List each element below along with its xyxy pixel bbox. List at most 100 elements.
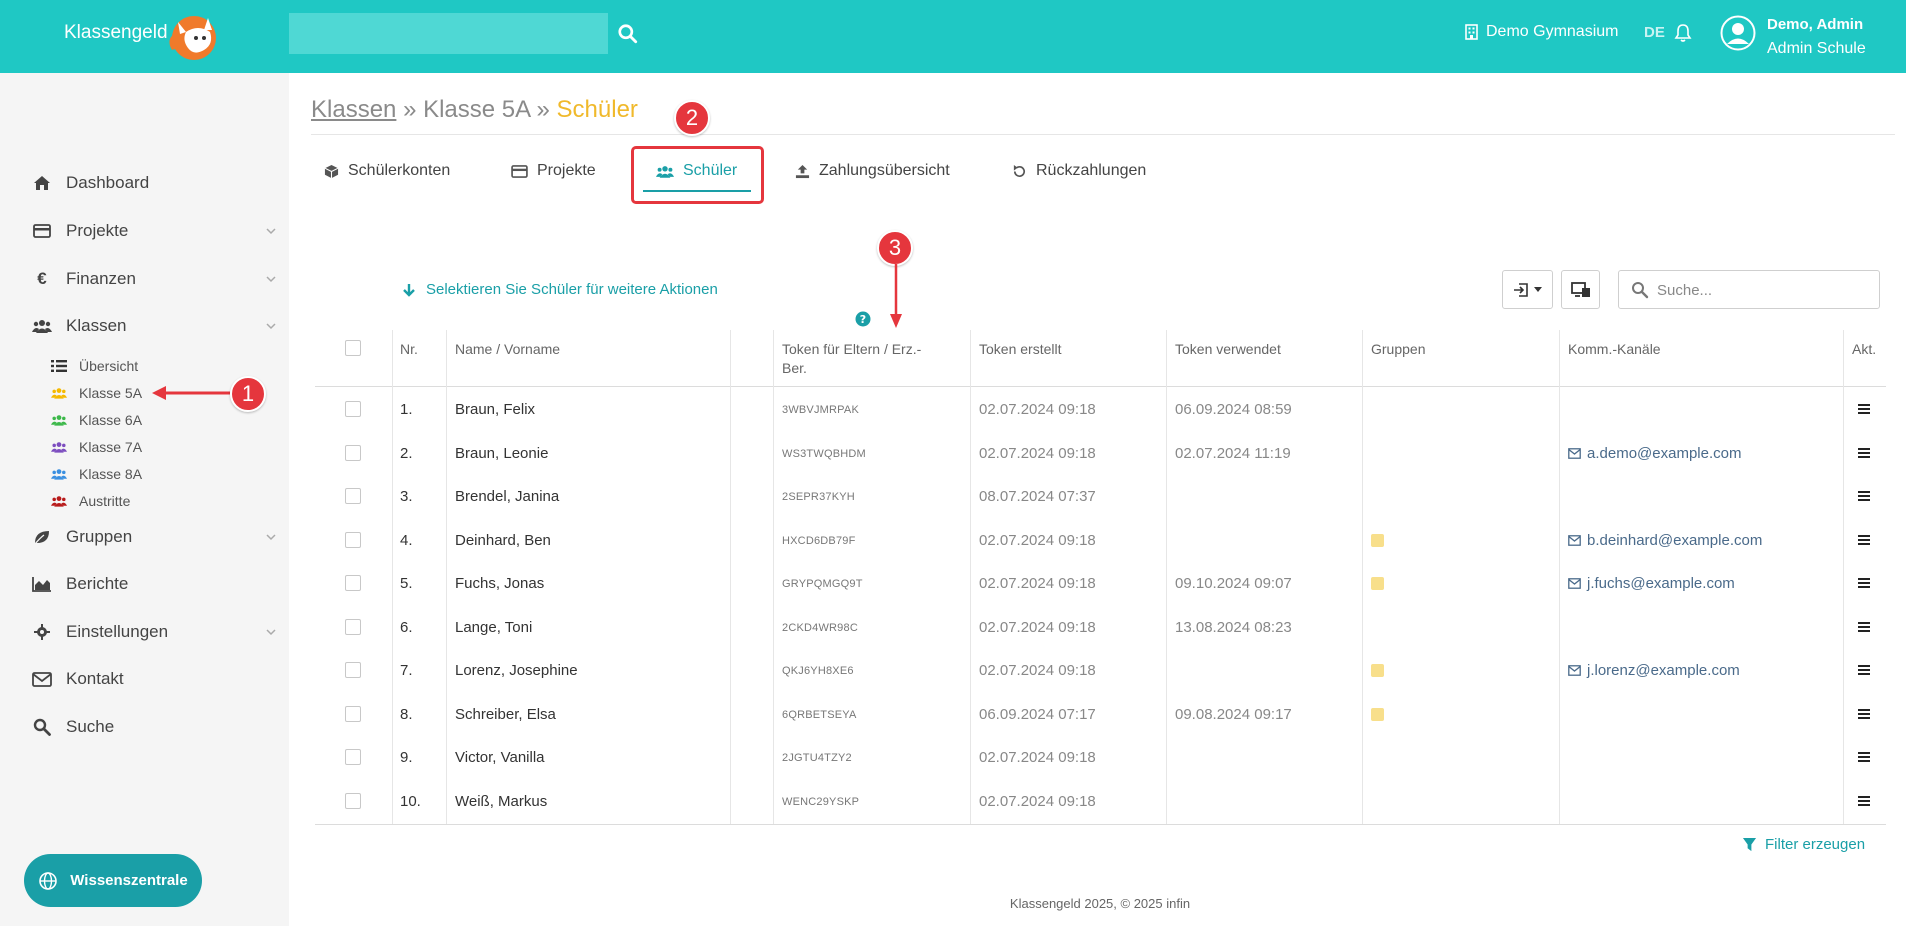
sidebar-item-label: Projekte (66, 221, 129, 240)
breadcrumb-root[interactable]: Klassen (311, 96, 396, 123)
row-name[interactable]: Brendel, Janina (455, 488, 559, 505)
sidebar-item-einstellungen[interactable]: Einstellungen (32, 622, 277, 642)
import-dropdown-button[interactable] (1502, 270, 1553, 309)
row-name[interactable]: Braun, Felix (455, 401, 535, 418)
create-filter-link[interactable]: Filter erzeugen (1742, 836, 1865, 853)
row-actions-menu-icon[interactable] (1858, 404, 1870, 414)
columns-toggle-button[interactable] (1561, 270, 1600, 309)
user-avatar-icon[interactable] (1720, 15, 1756, 51)
row-name[interactable]: Deinhard, Ben (455, 532, 551, 549)
school-selector[interactable]: Demo Gymnasium (1465, 23, 1618, 41)
sidebar-sub-klasse-5a[interactable]: Klasse 5A (51, 385, 142, 401)
language-switch[interactable]: DE (1644, 24, 1665, 41)
row-name[interactable]: Schreiber, Elsa (455, 706, 556, 723)
row-name[interactable]: Victor, Vanilla (455, 749, 545, 766)
row-email[interactable]: j.lorenz@example.com (1568, 662, 1740, 679)
row-actions-menu-icon[interactable] (1858, 534, 1870, 545)
sidebar-sub-klasse-8a[interactable]: Klasse 8A (51, 466, 142, 482)
sidebar-item-berichte[interactable]: Berichte (32, 574, 277, 594)
table-row[interactable]: 8. Schreiber, Elsa 6QRBETSEYA 06.09.2024 07… (315, 693, 1886, 736)
column-header-name[interactable]: Name / Vorname (455, 340, 560, 359)
chevron-down-icon[interactable] (265, 626, 277, 638)
table-row[interactable]: 10. Weiß, Markus WENC29YSKP 02.07.2024 09:1… (315, 780, 1886, 823)
tab-zahlungsuebersicht[interactable]: Zahlungsübersicht (795, 162, 950, 180)
sidebar-item-klassen[interactable]: Klassen (32, 316, 277, 336)
row-token-used: 02.07.2024 11:19 (1175, 444, 1291, 462)
column-header-channels[interactable]: Komm.-Kanäle (1568, 340, 1661, 359)
row-name[interactable]: Fuchs, Jonas (455, 575, 544, 592)
row-checkbox[interactable] (345, 444, 361, 461)
column-header-used[interactable]: Token verwendet (1175, 340, 1281, 359)
table-row[interactable]: 4. Deinhard, Ben HXCD6DB79F 02.07.2024 09:1… (315, 519, 1886, 562)
row-email[interactable]: b.deinhard@example.com (1568, 532, 1762, 549)
sidebar-sub-austritte[interactable]: Austritte (51, 493, 130, 509)
table-row[interactable]: 1. Braun, Felix 3WBVJMRPAK 02.07.2024 09:18… (315, 388, 1886, 431)
row-checkbox[interactable] (345, 575, 361, 591)
help-icon[interactable]: ? (855, 311, 871, 327)
fox-logo-icon[interactable] (164, 10, 226, 60)
row-name[interactable]: Braun, Leonie (455, 445, 548, 462)
tab-projekte[interactable]: Projekte (511, 162, 596, 180)
sidebar-item-kontakt[interactable]: Kontakt (32, 669, 277, 689)
table-row[interactable]: 3. Brendel, Janina 2SEPR37KYH 08.07.2024 07… (315, 475, 1886, 518)
row-email[interactable]: a.demo@example.com (1568, 445, 1741, 462)
user-name[interactable]: Demo, Admin (1767, 16, 1863, 33)
sidebar-item-gruppen[interactable]: Gruppen (32, 527, 277, 547)
row-checkbox[interactable] (345, 488, 361, 504)
table-row[interactable]: 7. Lorenz, Josephine QKJ6YH8XE6 02.07.2024 … (315, 649, 1886, 692)
row-name[interactable]: Weiß, Markus (455, 793, 547, 810)
tab-rueckzahlungen[interactable]: Rückzahlungen (1012, 162, 1146, 180)
sidebar-sub-klasse-7a[interactable]: Klasse 7A (51, 439, 142, 455)
row-actions-menu-icon[interactable] (1858, 491, 1870, 501)
row-checkbox[interactable] (345, 531, 361, 548)
sidebar-item-suche[interactable]: Suche (32, 717, 277, 737)
sidebar-item-finanzen[interactable]: € Finanzen (32, 269, 277, 289)
table-search-input[interactable] (1657, 279, 1872, 301)
row-actions-menu-icon[interactable] (1858, 578, 1870, 588)
row-checkbox[interactable] (345, 401, 361, 417)
table-row[interactable]: 5. Fuchs, Jonas GRYPQMGQ9T 02.07.2024 09:18… (315, 562, 1886, 605)
breadcrumb-middle[interactable]: Klasse 5A (423, 96, 530, 123)
row-actions-menu-icon[interactable] (1858, 795, 1870, 806)
bell-icon[interactable] (1674, 23, 1692, 43)
row-actions-menu-icon[interactable] (1858, 447, 1870, 458)
search-icon[interactable] (617, 23, 639, 45)
row-checkbox[interactable] (345, 792, 361, 809)
sidebar-sub-klasse-6a[interactable]: Klasse 6A (51, 412, 142, 428)
sidebar-item-label: Einstellungen (66, 622, 169, 641)
chevron-down-icon[interactable] (265, 225, 277, 237)
global-search-input[interactable] (289, 13, 608, 54)
chevron-down-icon[interactable] (265, 273, 277, 285)
row-email[interactable]: j.fuchs@example.com (1568, 575, 1735, 592)
row-actions-menu-icon[interactable] (1858, 752, 1870, 762)
table-search[interactable] (1618, 270, 1880, 309)
column-header-token[interactable]: Token für Eltern / Erz.- Ber. (782, 340, 921, 378)
table-row[interactable]: 6. Lange, Toni 2CKD4WR98C 02.07.2024 09:18 1… (315, 606, 1886, 649)
row-checkbox[interactable] (345, 705, 361, 722)
row-actions-menu-icon[interactable] (1858, 621, 1870, 632)
row-actions-menu-icon[interactable] (1858, 665, 1870, 675)
envelope-icon (1568, 578, 1581, 589)
sidebar-sub-uebersicht[interactable]: Übersicht (51, 358, 138, 374)
envelope-icon (1568, 665, 1581, 676)
row-actions-menu-icon[interactable] (1858, 708, 1870, 719)
row-name[interactable]: Lorenz, Josephine (455, 662, 578, 679)
row-token-created: 08.07.2024 07:37 (979, 488, 1096, 505)
chevron-down-icon[interactable] (265, 531, 277, 543)
column-header-created[interactable]: Token erstellt (979, 340, 1061, 359)
table-row[interactable]: 2. Braun, Leonie WS3TWQBHDM 02.07.2024 09:1… (315, 432, 1886, 475)
row-checkbox[interactable] (345, 662, 361, 678)
sidebar-item-projekte[interactable]: Projekte (32, 221, 277, 241)
row-checkbox[interactable] (345, 749, 361, 765)
chevron-down-icon[interactable] (265, 320, 277, 332)
row-checkbox[interactable] (345, 618, 361, 635)
row-name[interactable]: Lange, Toni (455, 619, 532, 636)
select-all-checkbox[interactable] (345, 340, 361, 356)
column-header-groups[interactable]: Gruppen (1371, 340, 1425, 359)
brand-name[interactable]: Klassengeld (64, 22, 168, 44)
column-header-nr[interactable]: Nr. (400, 340, 418, 359)
tab-schuelerkonten[interactable]: Schülerkonten (324, 162, 450, 180)
sidebar-item-dashboard[interactable]: Dashboard (32, 173, 277, 193)
row-email-text: j.fuchs@example.com (1587, 575, 1735, 592)
table-row[interactable]: 9. Victor, Vanilla 2JGTU4TZY2 02.07.2024 09… (315, 736, 1886, 779)
